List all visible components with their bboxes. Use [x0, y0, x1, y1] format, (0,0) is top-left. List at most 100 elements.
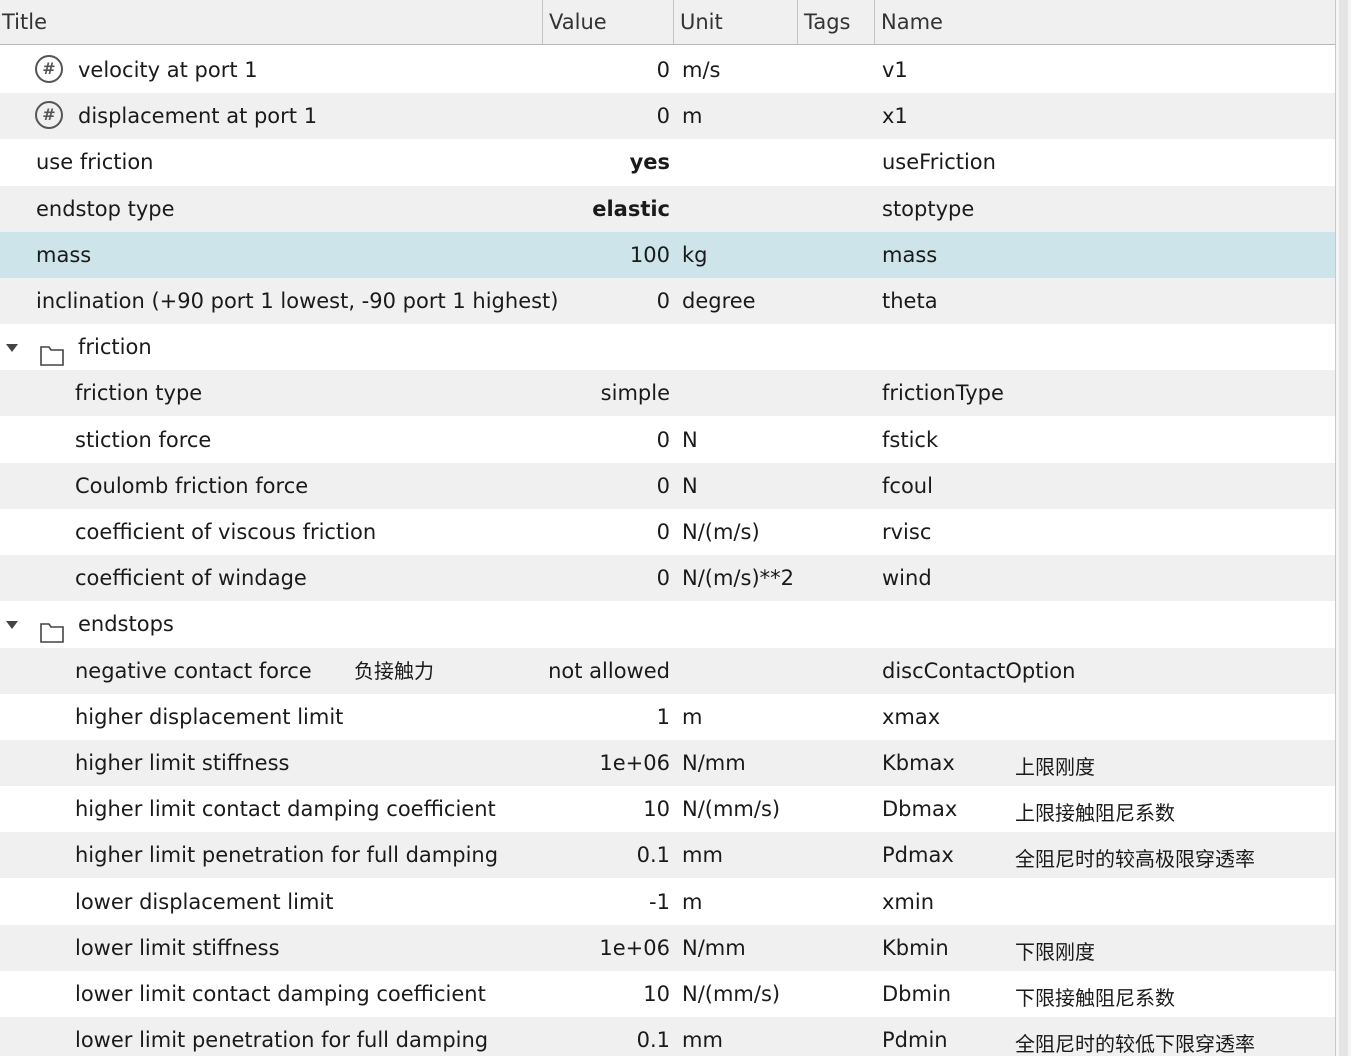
parameter-title: lower displacement limit [75, 890, 334, 914]
parameter-unit[interactable]: mm [682, 832, 723, 878]
parameter-title: use friction [36, 150, 154, 174]
parameter-row[interactable]: lower limit contact damping coefficient 1… [0, 971, 1335, 1017]
parameter-row[interactable]: higher limit penetration for full dampin… [0, 832, 1335, 878]
parameter-unit[interactable]: kg [682, 232, 708, 278]
parameter-name: rvisc [882, 520, 932, 544]
group-label: endstops [78, 612, 174, 636]
column-header-unit[interactable]: Unit [674, 0, 798, 44]
group-row-endstops[interactable]: endstops [0, 601, 1335, 647]
parameter-unit[interactable]: degree [682, 278, 756, 324]
parameter-row[interactable]: friction type simple frictionType [0, 370, 1335, 416]
parameter-row[interactable]: coefficient of viscous friction 0 N/(m/s) r… [0, 509, 1335, 555]
parameter-value[interactable]: 0 [400, 555, 670, 601]
parameter-table: Title Value Unit Tags Name # velocity at … [0, 0, 1335, 1056]
parameter-unit[interactable]: N/(m/s) [682, 509, 760, 555]
parameter-unit[interactable]: m [682, 694, 702, 740]
parameter-unit[interactable]: N [682, 417, 698, 463]
parameter-row[interactable]: Coulomb friction force 0 Nfcoul [0, 463, 1335, 509]
parameter-title: negative contact force [75, 659, 312, 683]
parameter-row[interactable]: lower limit stiffness 1e+06 N/mm Kbmin 下限刚度 [0, 925, 1335, 971]
parameter-unit[interactable]: N/mm [682, 925, 746, 971]
column-header-name[interactable]: Name [875, 0, 1335, 44]
column-header-value[interactable]: Value [543, 0, 674, 44]
parameter-unit[interactable]: N/mm [682, 740, 746, 786]
group-label: friction [78, 335, 152, 359]
group-row-friction[interactable]: friction [0, 324, 1335, 370]
parameter-title: higher displacement limit [75, 705, 344, 729]
parameter-title: higher limit stiffness [75, 751, 290, 775]
parameter-row[interactable]: stiction force 0 Nfstick [0, 417, 1335, 463]
parameter-title: velocity at port 1 [78, 58, 258, 82]
parameter-value[interactable]: 10 [400, 971, 670, 1017]
parameter-name: discContactOption [882, 659, 1076, 683]
parameter-value[interactable]: 0.1 [400, 1017, 670, 1056]
parameter-value[interactable]: 0 [400, 509, 670, 555]
parameter-value[interactable]: 0.1 [400, 832, 670, 878]
collapse-chevron-icon[interactable] [6, 621, 18, 629]
parameter-value[interactable]: yes [400, 139, 670, 185]
collapse-chevron-icon[interactable] [6, 344, 18, 352]
parameter-name: v1 [882, 58, 908, 82]
parameter-row[interactable]: higher displacement limit 1 m xmax [0, 694, 1335, 740]
parameter-name: wind [882, 566, 932, 590]
parameter-row[interactable]: negative contact force 负接触力 not allowed dis… [0, 648, 1335, 694]
parameter-value[interactable]: 0 [400, 278, 670, 324]
parameter-value[interactable]: elastic [400, 186, 670, 232]
column-header-title[interactable]: Title [0, 0, 543, 44]
scrollbar-thumb[interactable] [1339, 0, 1348, 1056]
parameter-name: stoptype [882, 197, 975, 221]
parameter-row[interactable]: mass 100 kg mass [0, 232, 1335, 278]
parameter-name: Kbmin [882, 936, 949, 960]
parameter-row[interactable]: use friction yes useFriction [0, 139, 1335, 185]
parameter-value[interactable]: 1e+06 [400, 925, 670, 971]
vertical-scrollbar[interactable] [1335, 0, 1351, 1056]
variable-hash-icon: # [35, 55, 63, 83]
parameter-annotation: 上限接触阻尼系数 [1015, 801, 1175, 825]
parameter-name: Dbmin [882, 982, 952, 1006]
parameter-row[interactable]: lower limit penetration for full damping… [0, 1017, 1335, 1056]
parameter-row[interactable]: higher limit stiffness 1e+06 N/mm Kbmax 上限刚度 [0, 740, 1335, 786]
parameter-value[interactable]: 1e+06 [400, 740, 670, 786]
parameter-name: xmax [882, 705, 941, 729]
parameter-name: mass [882, 243, 938, 267]
parameter-title: endstop type [36, 197, 175, 221]
parameter-name: fcoul [882, 474, 933, 498]
parameter-value[interactable]: -1 [400, 879, 670, 925]
parameter-row[interactable]: inclination (+90 port 1 lowest, -90 port… [0, 278, 1335, 324]
folder-icon [40, 336, 64, 366]
parameter-value[interactable]: 0 [400, 93, 670, 139]
parameter-title: coefficient of viscous friction [75, 520, 377, 544]
parameter-unit[interactable]: N/(mm/s) [682, 786, 780, 832]
parameter-unit[interactable]: m [682, 93, 702, 139]
parameter-unit[interactable]: N/(mm/s) [682, 971, 780, 1017]
parameter-value[interactable]: 100 [400, 232, 670, 278]
table-header: Title Value Unit Tags Name [0, 0, 1335, 45]
parameter-value[interactable]: not allowed [400, 648, 670, 694]
parameter-unit[interactable]: N/(m/s)**2 [682, 555, 794, 601]
parameter-name: Pdmax [882, 843, 954, 867]
parameter-value[interactable]: 10 [400, 786, 670, 832]
parameter-title: displacement at port 1 [78, 104, 318, 128]
parameter-unit[interactable]: mm [682, 1017, 723, 1056]
parameter-row[interactable]: endstop type elastic stoptype [0, 186, 1335, 232]
parameter-row[interactable]: coefficient of windage 0 N/(m/s)**2 wind [0, 555, 1335, 601]
parameter-row[interactable]: lower displacement limit -1 m xmin [0, 879, 1335, 925]
parameter-value[interactable]: 1 [400, 694, 670, 740]
column-header-tags[interactable]: Tags [798, 0, 875, 44]
parameter-unit[interactable]: m [682, 879, 702, 925]
parameter-value[interactable]: 0 [400, 463, 670, 509]
parameter-name: useFriction [882, 150, 996, 174]
parameter-unit[interactable]: m/s [682, 47, 720, 93]
parameter-row[interactable]: # velocity at port 1 0 m/s v1 [0, 47, 1335, 93]
parameter-value[interactable]: simple [400, 370, 670, 416]
parameter-unit[interactable]: N [682, 463, 698, 509]
parameter-annotation: 下限刚度 [1015, 940, 1095, 964]
parameter-value[interactable]: 0 [400, 417, 670, 463]
parameter-row[interactable]: # displacement at port 1 0 m x1 [0, 93, 1335, 139]
parameter-row[interactable]: higher limit contact damping coefficient… [0, 786, 1335, 832]
parameter-name: fstick [882, 428, 939, 452]
parameter-name: Pdmin [882, 1028, 948, 1052]
parameter-annotation: 全阻尼时的较低下限穿透率 [1015, 1032, 1255, 1056]
parameter-value[interactable]: 0 [400, 47, 670, 93]
parameter-name: x1 [882, 104, 908, 128]
